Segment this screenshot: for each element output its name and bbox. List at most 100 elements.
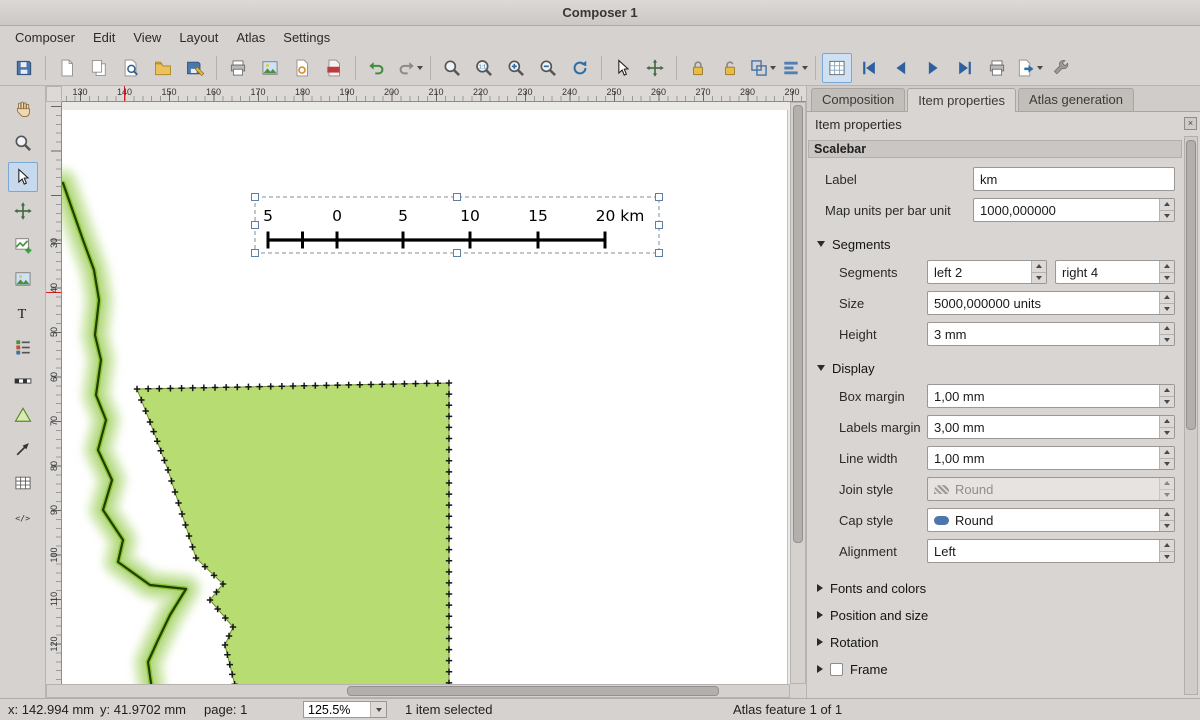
duplicate-composition-button[interactable] bbox=[84, 53, 114, 83]
segments-left-input[interactable] bbox=[928, 265, 1031, 280]
zoom-level-input[interactable] bbox=[304, 703, 370, 717]
align-items-button[interactable] bbox=[779, 53, 809, 83]
spin-up-button[interactable] bbox=[1160, 292, 1174, 303]
segments-group-header[interactable]: Segments bbox=[817, 236, 1175, 252]
menu-view[interactable]: View bbox=[124, 26, 170, 50]
add-arrow-tool[interactable] bbox=[8, 434, 38, 464]
menu-settings[interactable]: Settings bbox=[274, 26, 339, 50]
spin-up-button[interactable] bbox=[1160, 416, 1174, 427]
close-panel-button[interactable] bbox=[1184, 117, 1197, 130]
spin-up-button[interactable] bbox=[1160, 540, 1174, 551]
selection-handle[interactable] bbox=[454, 250, 461, 257]
size-input[interactable] bbox=[928, 296, 1159, 311]
spin-down-button[interactable] bbox=[1160, 489, 1174, 501]
selection-handle[interactable] bbox=[454, 194, 461, 201]
last-feature-button[interactable] bbox=[950, 53, 980, 83]
selection-handle[interactable] bbox=[252, 250, 259, 257]
spin-up-button[interactable] bbox=[1160, 261, 1174, 272]
composition-manager-button[interactable] bbox=[116, 53, 146, 83]
spin-up-button[interactable] bbox=[1160, 199, 1174, 210]
menu-layout[interactable]: Layout bbox=[170, 26, 227, 50]
spin-up-button[interactable] bbox=[1160, 509, 1174, 520]
segments-right-input[interactable] bbox=[1056, 265, 1159, 280]
zoom-dropdown-button[interactable] bbox=[370, 702, 386, 717]
menu-edit[interactable]: Edit bbox=[84, 26, 124, 50]
select-move-item-tool[interactable] bbox=[8, 162, 38, 192]
selection-handle[interactable] bbox=[656, 250, 663, 257]
spin-up-button[interactable] bbox=[1032, 261, 1046, 272]
spin-down-button[interactable] bbox=[1160, 551, 1174, 563]
canvas-vertical-scrollbar[interactable] bbox=[790, 102, 806, 684]
first-feature-button[interactable] bbox=[854, 53, 884, 83]
previous-feature-button[interactable] bbox=[886, 53, 916, 83]
section-position-and-size[interactable]: Position and size bbox=[817, 605, 1175, 625]
spin-down-button[interactable] bbox=[1160, 396, 1174, 408]
line-width-input[interactable] bbox=[928, 451, 1159, 466]
export-atlas-button[interactable] bbox=[1014, 53, 1044, 83]
spin-down-button[interactable] bbox=[1160, 520, 1174, 532]
frame-group-header[interactable]: Frame bbox=[817, 659, 1175, 679]
move-item-content-tool[interactable] bbox=[8, 196, 38, 226]
zoom-level-combobox[interactable] bbox=[303, 701, 387, 718]
lock-items-button[interactable] bbox=[683, 53, 713, 83]
tab-item-properties[interactable]: Item properties bbox=[907, 88, 1016, 112]
spin-up-button[interactable] bbox=[1160, 447, 1174, 458]
tab-atlas-generation[interactable]: Atlas generation bbox=[1018, 88, 1134, 111]
save-project-button[interactable] bbox=[9, 53, 39, 83]
join-style-combobox[interactable]: Round bbox=[927, 477, 1175, 501]
scalebar-item[interactable]: 505101520 km bbox=[263, 207, 644, 249]
labels-margin-input[interactable] bbox=[928, 420, 1159, 435]
pan-tool[interactable] bbox=[8, 94, 38, 124]
section-fonts-and-colors[interactable]: Fonts and colors bbox=[817, 578, 1175, 598]
group-items-button[interactable] bbox=[747, 53, 777, 83]
unlock-items-button[interactable] bbox=[715, 53, 745, 83]
panel-scrollbar[interactable] bbox=[1184, 136, 1198, 695]
add-label-tool[interactable] bbox=[8, 298, 38, 328]
spin-down-button[interactable] bbox=[1160, 334, 1174, 346]
selection-frame[interactable] bbox=[252, 194, 663, 257]
zoom-actual-button[interactable] bbox=[469, 53, 499, 83]
spin-down-button[interactable] bbox=[1032, 272, 1046, 284]
add-html-tool[interactable] bbox=[8, 502, 38, 532]
display-group-header[interactable]: Display bbox=[817, 360, 1175, 376]
canvas-viewport[interactable]: 505101520 km bbox=[62, 102, 790, 684]
load-template-button[interactable] bbox=[148, 53, 178, 83]
label-input[interactable] bbox=[974, 172, 1174, 187]
spin-down-button[interactable] bbox=[1160, 427, 1174, 439]
frame-checkbox[interactable] bbox=[830, 663, 843, 676]
export-pdf-button[interactable] bbox=[319, 53, 349, 83]
spin-down-button[interactable] bbox=[1160, 210, 1174, 222]
next-feature-button[interactable] bbox=[918, 53, 948, 83]
save-as-template-button[interactable] bbox=[180, 53, 210, 83]
spin-down-button[interactable] bbox=[1160, 272, 1174, 284]
add-image-tool[interactable] bbox=[8, 264, 38, 294]
map-units-input[interactable] bbox=[974, 203, 1159, 218]
selection-handle[interactable] bbox=[656, 194, 663, 201]
atlas-settings-button[interactable] bbox=[1046, 53, 1076, 83]
add-scalebar-tool[interactable] bbox=[8, 366, 38, 396]
print-button[interactable] bbox=[223, 53, 253, 83]
select-move-item-button[interactable] bbox=[608, 53, 638, 83]
menu-atlas[interactable]: Atlas bbox=[227, 26, 274, 50]
add-legend-tool[interactable] bbox=[8, 332, 38, 362]
composition-canvas[interactable]: 505101520 km bbox=[62, 102, 790, 684]
map-item-polygon[interactable] bbox=[134, 380, 452, 684]
zoom-full-button[interactable] bbox=[437, 53, 467, 83]
new-composition-button[interactable] bbox=[52, 53, 82, 83]
spin-up-button[interactable] bbox=[1160, 385, 1174, 396]
export-image-button[interactable] bbox=[255, 53, 285, 83]
scrollbar-thumb[interactable] bbox=[347, 686, 719, 696]
move-item-content-button[interactable] bbox=[640, 53, 670, 83]
zoom-out-button[interactable] bbox=[533, 53, 563, 83]
height-input[interactable] bbox=[928, 327, 1159, 342]
selection-handle[interactable] bbox=[252, 194, 259, 201]
alignment-combobox[interactable]: Left bbox=[927, 539, 1175, 563]
export-svg-button[interactable] bbox=[287, 53, 317, 83]
add-shape-tool[interactable] bbox=[8, 400, 38, 430]
tab-composition[interactable]: Composition bbox=[811, 88, 905, 111]
section-rotation[interactable]: Rotation bbox=[817, 632, 1175, 652]
refresh-view-button[interactable] bbox=[565, 53, 595, 83]
menu-composer[interactable]: Composer bbox=[6, 26, 84, 50]
zoom-in-button[interactable] bbox=[501, 53, 531, 83]
canvas-horizontal-scrollbar[interactable] bbox=[46, 684, 790, 698]
